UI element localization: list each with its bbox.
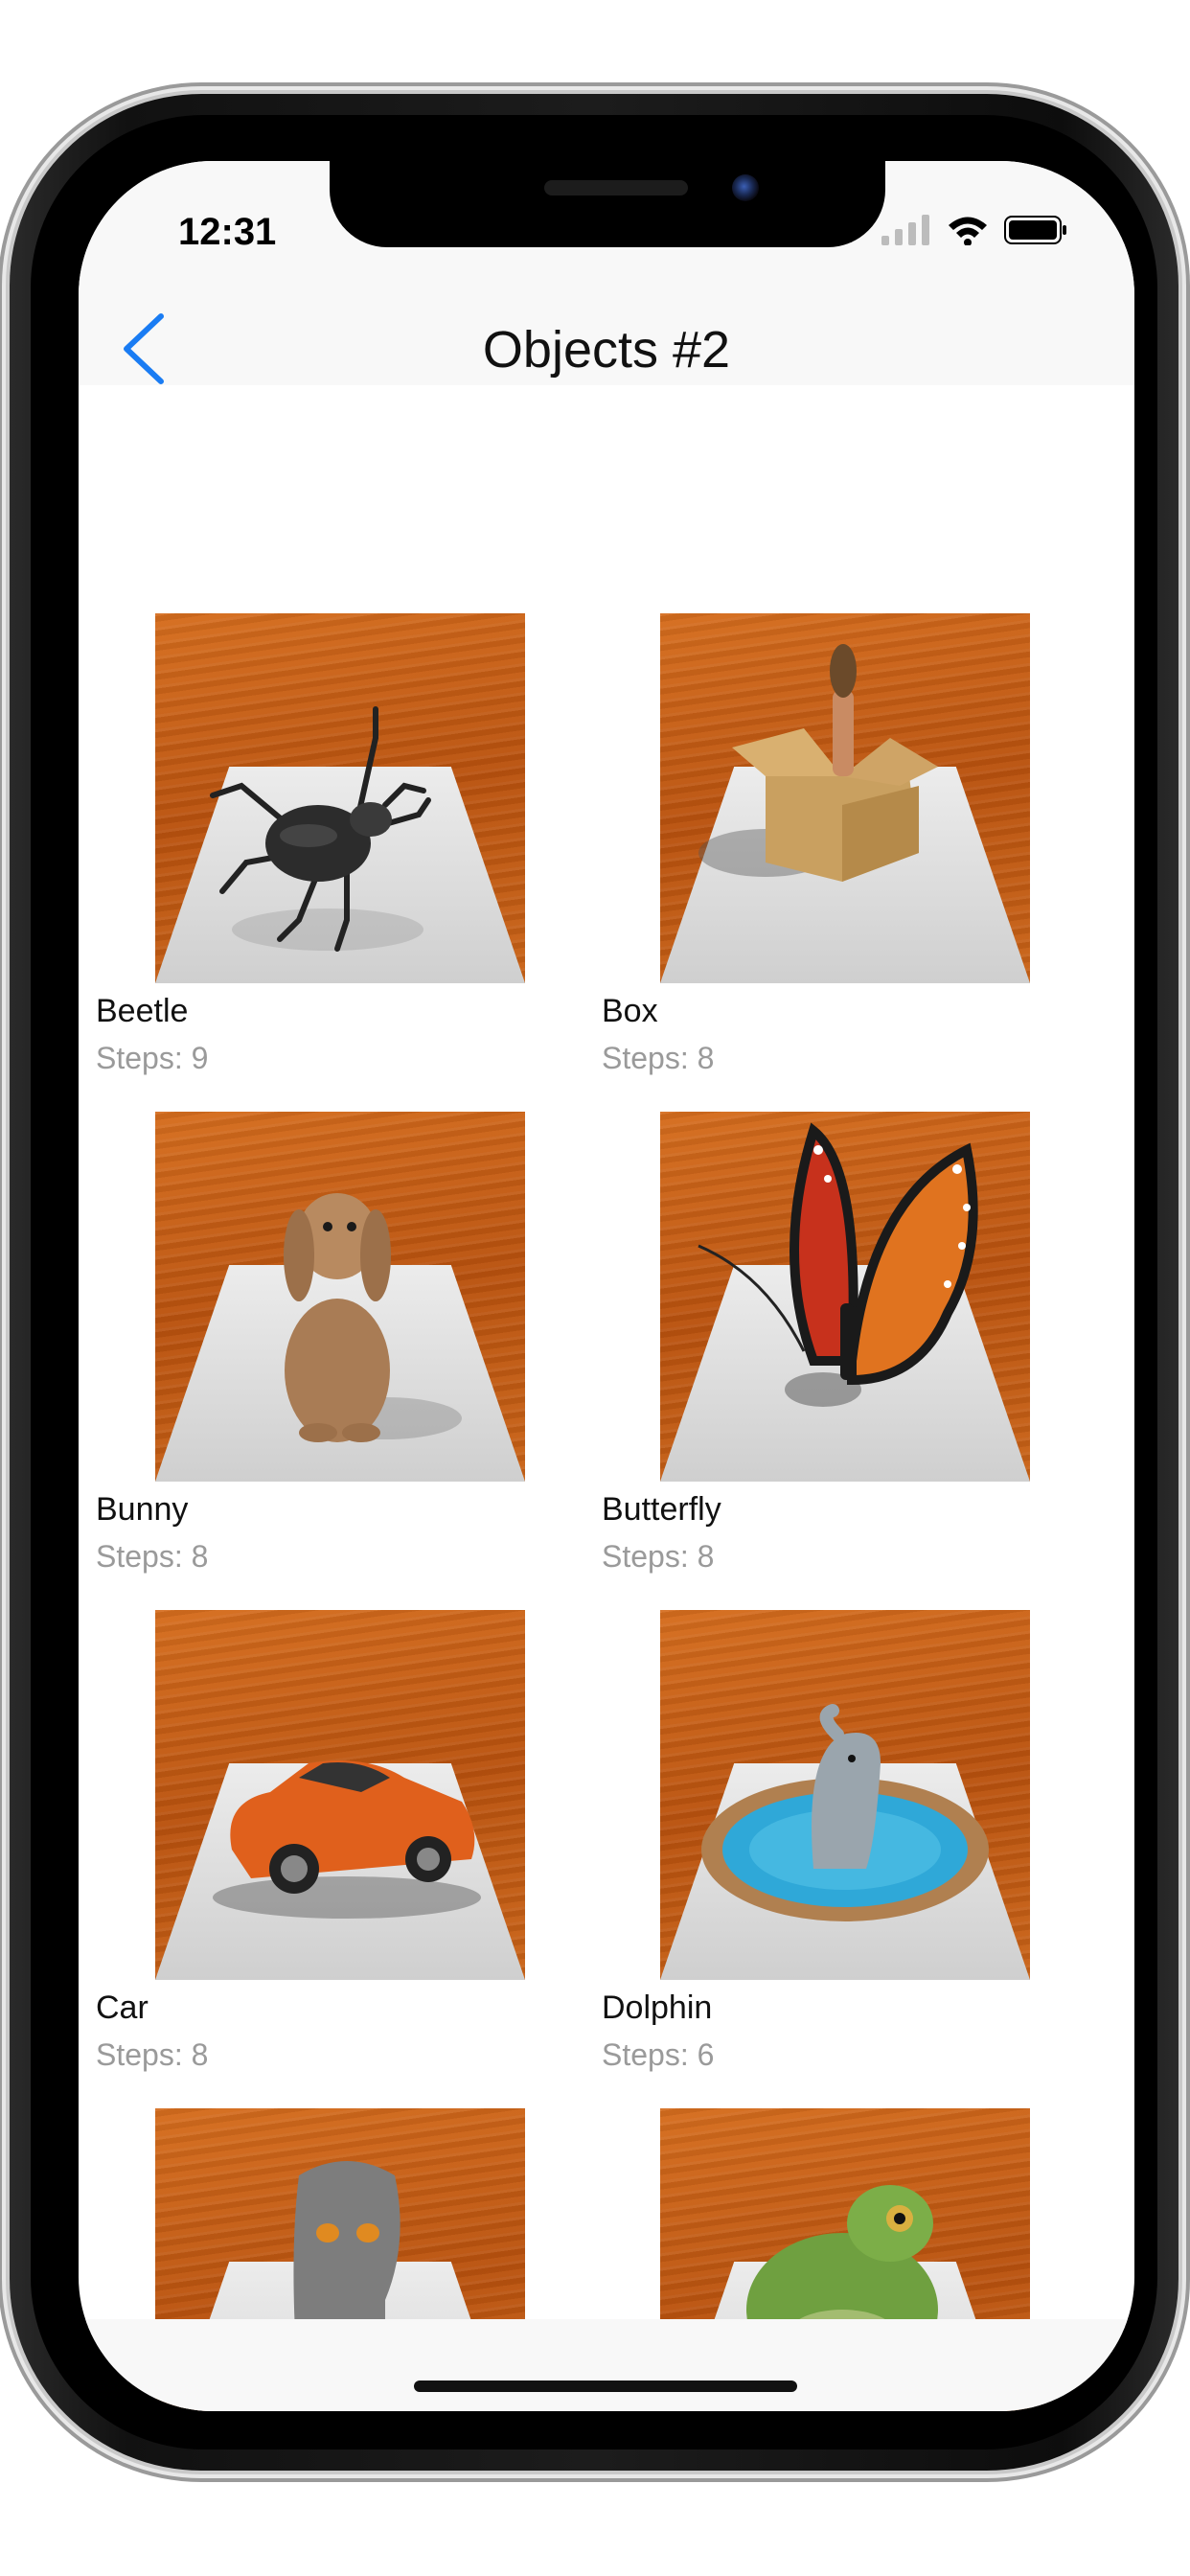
list-item-bunny[interactable]: Bunny Steps: 8: [79, 905, 596, 1574]
front-camera: [732, 174, 759, 201]
status-time: 12:31: [178, 211, 277, 253]
list-item-dolphin[interactable]: Dolphin Steps: 6: [596, 1403, 1113, 2072]
page-title: Objects #2: [482, 321, 731, 379]
list-item-butterfly[interactable]: Butterfly Steps: 8: [596, 905, 1113, 1574]
volume-up-button: [0, 575, 10, 719]
navigation-bar: Objects #2: [79, 286, 1134, 385]
notch: [330, 161, 885, 247]
screen: 12:31 Objects #2 Beetle Steps: 9 Box Ste…: [79, 161, 1134, 2411]
cellular-signal-icon: [881, 215, 929, 245]
silent-switch: [0, 412, 10, 498]
list-item-box[interactable]: Box Steps: 8: [596, 406, 1113, 1075]
list-item-car[interactable]: Car Steps: 8: [79, 1403, 596, 2072]
volume-down-button: [0, 795, 10, 939]
wifi-icon: [949, 217, 987, 245]
list-item-beetle[interactable]: Beetle Steps: 9: [79, 406, 596, 1075]
bottom-bar: [79, 2319, 1134, 2411]
power-button: [1180, 632, 1190, 891]
status-icons: [881, 215, 1067, 245]
home-indicator[interactable]: [414, 2380, 797, 2392]
speaker-grille: [544, 180, 688, 196]
battery-icon: [1004, 216, 1066, 244]
